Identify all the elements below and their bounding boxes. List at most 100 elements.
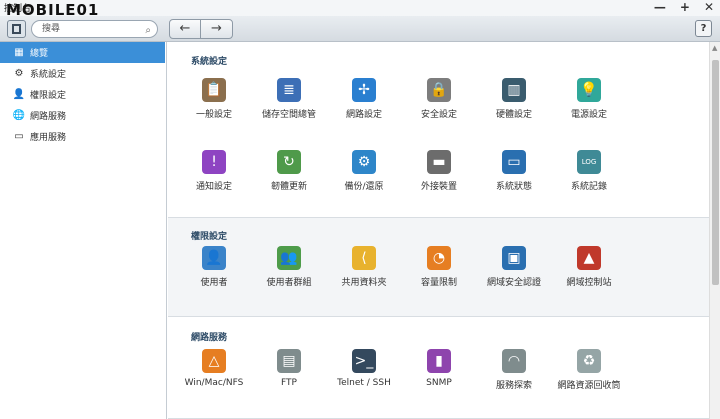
app-tile[interactable]: 🔒 安全設定: [401, 78, 477, 120]
app-tile[interactable]: ▤ FTP: [251, 349, 327, 388]
app-label: 共用資料夾: [341, 278, 387, 288]
app-label: SNMP: [426, 378, 452, 388]
sidebar-item-label: 系統設定: [30, 70, 67, 80]
app-label: 韌體更新: [270, 182, 307, 192]
minimize-button[interactable]: —: [654, 0, 666, 14]
vertical-scrollbar[interactable]: ▲: [709, 42, 720, 419]
bulb-icon: 💡: [577, 78, 601, 102]
scrollbar-thumb[interactable]: [712, 60, 719, 285]
app-label: FTP: [281, 378, 297, 388]
ftp-folder-icon: ▤: [277, 349, 301, 373]
bar-chart-icon: ▮: [427, 349, 451, 373]
section-title: 網路服務: [191, 333, 228, 343]
domain-auth-icon: ▣: [502, 246, 526, 270]
toolbar: 搜尋 ⌕ ← → ?: [0, 16, 720, 42]
app-tile[interactable]: ◠ 服務探索: [476, 349, 552, 391]
app-label: 一般設定: [195, 110, 232, 120]
app-tile[interactable]: LOG 系統記錄: [551, 150, 627, 192]
drive-icon: ▬: [427, 150, 451, 174]
section-title: 權限設定: [191, 232, 228, 242]
app-tile[interactable]: ↻ 韌體更新: [251, 150, 327, 192]
apps-icon: ▭: [14, 131, 24, 142]
nav-buttons: ← →: [169, 19, 233, 39]
chip-refresh-icon: ↻: [277, 150, 301, 174]
app-tile[interactable]: ▮ SNMP: [401, 349, 477, 388]
recycle-bin-icon: ♻: [577, 349, 601, 373]
window-icon: [12, 24, 21, 34]
sidebar-item-label: 總覽: [30, 49, 49, 59]
sidebar-item-3[interactable]: 🌐 網路服務: [0, 105, 166, 126]
shared-folder-icon: ⟨: [352, 246, 376, 270]
app-label: 使用者群組: [266, 278, 312, 288]
scroll-up-icon[interactable]: ▲: [712, 44, 717, 52]
database-icon: ≣: [277, 78, 301, 102]
app-label: 儲存空間總管: [261, 110, 316, 120]
app-label: 通知設定: [195, 182, 232, 192]
clipboard-gear-icon: 📋: [202, 78, 226, 102]
lock-icon: 🔒: [427, 78, 451, 102]
search-placeholder: 搜尋: [42, 24, 61, 34]
close-button[interactable]: ✕: [704, 0, 714, 14]
app-label: 安全設定: [420, 110, 457, 120]
server-icon: ▥: [502, 78, 526, 102]
user-group-icon: 👥: [277, 246, 301, 270]
app-label: 網路設定: [345, 110, 382, 120]
back-button[interactable]: ←: [170, 20, 202, 38]
section-title: 系統設定: [191, 57, 228, 67]
globe-icon: 🌐: [12, 110, 26, 121]
gear-icon: ⚙: [14, 68, 24, 79]
app-tile[interactable]: ! 通知設定: [176, 150, 252, 192]
maximize-button[interactable]: +: [680, 0, 690, 14]
section-0: 系統設定 📋 一般設定 ≣ 儲存空間總管 ✢ 網路設定 🔒 安全設定 ▥ 硬體設定 💡 電源設定! 通知設…: [168, 42, 709, 218]
sidebar-item-label: 權限設定: [30, 91, 67, 101]
search-icon[interactable]: ⌕: [145, 23, 151, 39]
pie-chart-icon: ◔: [427, 246, 451, 270]
overview-toggle-button[interactable]: [7, 20, 26, 38]
title-bar: 控制台 MOBILE01 — + ✕: [0, 0, 720, 19]
chat-alert-icon: !: [202, 150, 226, 174]
app-tile[interactable]: ▥ 硬體設定: [476, 78, 552, 120]
terminal-icon: >_: [352, 349, 376, 373]
app-label: 系統記錄: [570, 182, 607, 192]
app-tile[interactable]: ▭ 系統狀態: [476, 150, 552, 192]
forward-button[interactable]: →: [201, 20, 232, 38]
satellite-dish-icon: ◠: [502, 349, 526, 373]
section-1: 權限設定 👤 使用者 👥 使用者群組 ⟨ 共用資料夾 ◔ 容量限制 ▣ 網域安全認證 ▲ 網域控制站: [168, 218, 709, 317]
app-tile[interactable]: ✢ 網路設定: [326, 78, 402, 120]
app-label: 系統狀態: [495, 182, 532, 192]
app-label: 服務探索: [495, 381, 532, 391]
network-icon: ✢: [352, 78, 376, 102]
search-input[interactable]: 搜尋 ⌕: [31, 20, 158, 38]
sidebar-item-label: 網路服務: [30, 112, 67, 122]
app-label: 網域安全認證: [486, 278, 541, 288]
sidebar-item-label: 應用服務: [30, 133, 67, 143]
app-tile[interactable]: ◔ 容量限制: [401, 246, 477, 288]
sidebar-item-2[interactable]: 👤 權限設定: [0, 84, 166, 105]
app-label: 備份/還原: [344, 182, 384, 192]
user-icon: 👤: [202, 246, 226, 270]
app-label: 硬體設定: [495, 110, 532, 120]
app-label: Telnet / SSH: [337, 378, 391, 388]
app-tile[interactable]: ≣ 儲存空間總管: [251, 78, 327, 120]
sidebar-item-0[interactable]: ▦ 總覽: [0, 42, 165, 63]
app-label: 外接裝置: [420, 182, 457, 192]
sidebar-item-4[interactable]: ▭ 應用服務: [0, 126, 166, 147]
sidebar-item-1[interactable]: ⚙ 系統設定: [0, 63, 166, 84]
app-tile[interactable]: △ Win/Mac/NFS: [176, 349, 252, 388]
app-tile[interactable]: ⚙ 備份/還原: [326, 150, 402, 192]
help-button[interactable]: ?: [695, 20, 712, 37]
app-tile[interactable]: 💡 電源設定: [551, 78, 627, 120]
app-tile[interactable]: 👥 使用者群組: [251, 246, 327, 288]
app-tile[interactable]: 👤 使用者: [176, 246, 252, 288]
app-tile[interactable]: ♻ 網路資源回收筒: [551, 349, 627, 391]
triangle-network-icon: △: [202, 349, 226, 373]
monitor-icon: ▭: [502, 150, 526, 174]
app-tile[interactable]: ▣ 網域安全認證: [476, 246, 552, 288]
app-tile[interactable]: ▬ 外接裝置: [401, 150, 477, 192]
app-tile[interactable]: ▲ 網域控制站: [551, 246, 627, 288]
app-label: 容量限制: [420, 278, 457, 288]
app-tile[interactable]: >_ Telnet / SSH: [326, 349, 402, 388]
app-tile[interactable]: 📋 一般設定: [176, 78, 252, 120]
app-tile[interactable]: ⟨ 共用資料夾: [326, 246, 402, 288]
log-file-icon: LOG: [577, 150, 601, 174]
